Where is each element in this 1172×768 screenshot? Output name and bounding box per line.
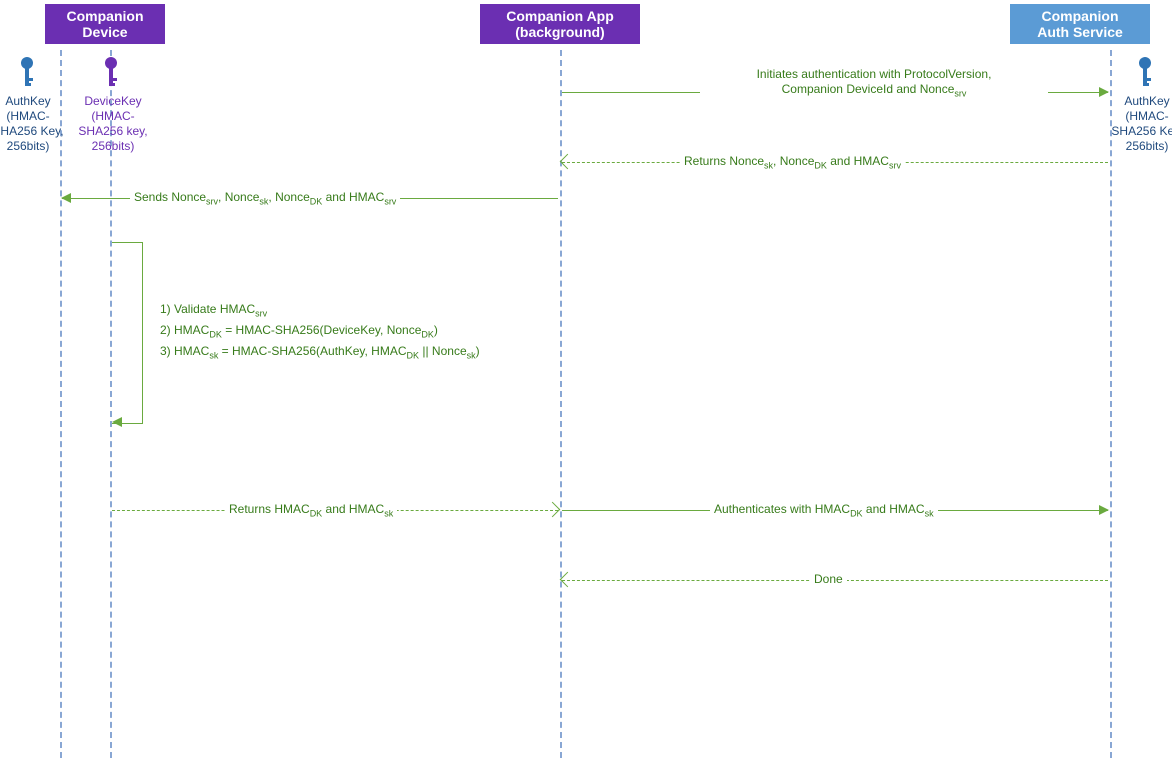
arrow-icon [560,154,576,170]
message-label-m1: Initiates authentication with ProtocolVe… [700,67,1048,100]
message-label-m3: Sends Noncesrv, Noncesk, NonceDK and HMA… [130,190,400,206]
participant-header-service: CompanionAuth Service [1010,4,1150,44]
arrow-icon [560,572,576,588]
arrow-icon [61,193,71,203]
key-name: AuthKey [5,94,50,108]
arrow-icon [1099,87,1109,97]
arrow-icon [112,417,122,427]
key-label-device-devicekey: DeviceKey (HMAC-SHA256 key,256bits) [70,94,156,154]
message-label-m6: Done [810,572,847,586]
key-icon [102,56,120,90]
key-detail: (HMAC-SHA256 key,256bits) [78,109,147,153]
key-label-service-authkey: AuthKey (HMAC-SHA256 Key,256bits) [1102,94,1172,154]
key-icon [1136,56,1154,90]
message-label-m5: Authenticates with HMACDK and HMACsk [710,502,938,518]
lifeline-service [1110,50,1112,758]
lifeline-device-a [60,50,62,758]
key-name: DeviceKey [84,94,141,108]
key-detail: (HMAC-SHA256 Key,256bits) [1111,109,1172,153]
arrow-icon [545,502,561,518]
key-label-device-authkey: AuthKey (HMAC-SHA256 Key,256bits) [0,94,71,154]
participant-header-app: Companion App(background) [480,4,640,44]
key-name: AuthKey [1124,94,1169,108]
participant-header-device: CompanionDevice [45,4,165,44]
self-message-device-compute [112,242,143,424]
lifeline-app [560,50,562,758]
message-label-m2: Returns Noncesk, NonceDK and HMACsrv [680,154,905,170]
key-detail: (HMAC-SHA256 Key,256bits) [0,109,64,153]
arrow-icon [1099,505,1109,515]
key-icon [18,56,36,90]
message-label-calc: 1) Validate HMACsrv 2) HMACDK = HMAC-SHA… [160,300,480,362]
message-label-m4: Returns HMACDK and HMACsk [225,502,397,518]
